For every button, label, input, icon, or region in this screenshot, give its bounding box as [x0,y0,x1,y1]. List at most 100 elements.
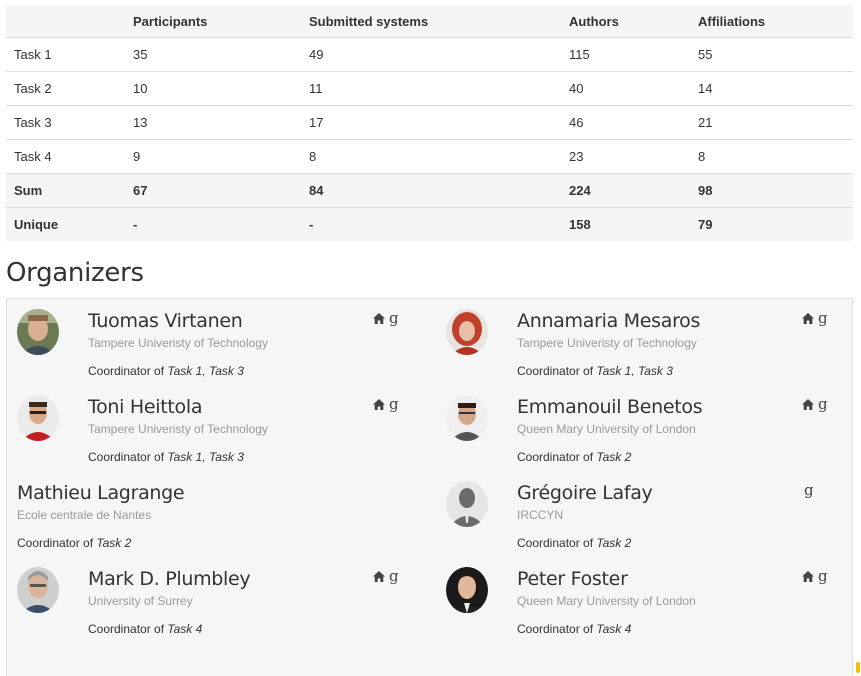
table-row-sum: Sum 67 84 224 98 [6,173,853,208]
coordinator-tasks: Task 1, Task 3 [596,364,673,378]
coordinator-prefix: Coordinator of [517,536,597,550]
column-header-participants: Participants [133,5,309,38]
table-cell: 23 [569,139,698,174]
coordinator-text: Coordinator of Task 4 [517,622,696,636]
organizer-affiliation: Tampere Univeristy of Technology [517,336,697,350]
table-row-unique: Unique - - 158 79 [6,207,853,241]
google-plus-icon[interactable]: g [804,483,814,498]
organizer-name: Tuomas Virtanen [88,310,243,332]
table-cell: 79 [698,207,853,241]
coordinator-tasks: Task 1, Task 3 [167,450,244,464]
google-plus-icon[interactable]: g [389,311,399,326]
avatar [17,567,59,613]
organizer-card: Grégoire Lafay IRCCYN Coordinator of Tas… [436,471,856,557]
organizer-card: Mathieu Lagrange Ecole centrale de Nante… [7,471,427,557]
coordinator-tasks: Task 2 [596,450,632,464]
organizer-affiliation: Tampere Univeristy of Technology [88,422,268,436]
organizer-name: Peter Foster [517,568,628,590]
coordinator-tasks: Task 4 [167,622,203,636]
home-icon[interactable] [802,398,814,410]
table-cell: 115 [569,37,698,72]
organizer-affiliation: Queen Mary University of London [517,594,696,608]
coordinator-text: Coordinator of Task 2 [517,450,702,464]
coordinator-tasks: Task 2 [596,536,632,550]
table-cell: 10 [133,71,309,106]
coordinator-prefix: Coordinator of [17,536,97,550]
organizer-card: Mark D. Plumbley University of Surrey Co… [7,557,427,643]
organizer-name: Grégoire Lafay [517,482,653,504]
table-row: Task 1 35 49 115 55 [6,37,853,72]
google-plus-icon[interactable]: g [818,311,828,326]
coordinator-prefix: Coordinator of [88,450,168,464]
organizer-affiliation: Ecole centrale de Nantes [17,508,152,522]
organizer-name: Emmanouil Benetos [517,396,703,418]
coordinator-tasks: Task 2 [96,536,132,550]
organizer-affiliation: IRCCYN [517,508,564,522]
organizer-affiliation: Tampere Univeristy of Technology [88,336,268,350]
coordinator-text: Coordinator of Task 1, Task 3 [517,364,700,378]
table-cell: 55 [698,37,853,72]
table-row: Task 2 10 11 40 14 [6,71,853,106]
coordinator-text: Coordinator of Task 1, Task 3 [88,364,268,378]
table-cell: 98 [698,173,853,208]
home-icon[interactable] [373,570,385,582]
avatar [446,309,488,355]
coordinator-prefix: Coordinator of [517,622,597,636]
organizer-name: Toni Heittola [88,396,203,418]
statistics-table: Participants Submitted systems Authors A… [6,5,853,241]
avatar [446,395,488,441]
table-cell: Sum [6,173,133,208]
table-cell: Task 2 [6,71,133,106]
column-header-authors: Authors [569,5,698,38]
table-cell: 224 [569,173,698,208]
organizer-card: Peter Foster Queen Mary University of Lo… [436,557,856,643]
table-cell: Task 3 [6,105,133,140]
google-plus-icon[interactable]: g [818,397,828,412]
coordinator-text: Coordinator of Task 4 [88,622,250,636]
home-icon[interactable] [373,312,385,324]
column-header-submitted-systems: Submitted systems [309,5,569,38]
table-cell: 8 [309,139,569,174]
avatar [446,567,488,613]
coordinator-text: Coordinator of Task 1, Task 3 [88,450,268,464]
google-plus-icon[interactable]: g [818,569,828,584]
table-cell: 158 [569,207,698,241]
table-row: Task 3 13 17 46 21 [6,105,853,140]
organizer-affiliation: Queen Mary University of London [517,422,696,436]
scroll-indicator[interactable] [856,662,860,673]
coordinator-tasks: Task 4 [596,622,632,636]
column-header [6,5,133,38]
google-plus-icon[interactable]: g [389,569,399,584]
table-cell: 40 [569,71,698,106]
table-cell: 21 [698,105,853,140]
organizer-affiliation: University of Surrey [88,594,193,608]
organizer-card: Toni Heittola Tampere Univeristy of Tech… [7,385,427,471]
table-cell: 17 [309,105,569,140]
table-cell: 14 [698,71,853,106]
avatar [17,309,59,355]
organizers-heading: Organizers [6,258,144,288]
coordinator-prefix: Coordinator of [88,364,168,378]
table-cell: Unique [6,207,133,241]
table-cell: 11 [309,71,569,106]
home-icon[interactable] [802,570,814,582]
avatar-placeholder [446,481,488,527]
organizers-panel: Tuomas Virtanen Tampere Univeristy of Te… [6,298,853,676]
coordinator-text: Coordinator of Task 2 [17,536,184,550]
table-cell: 13 [133,105,309,140]
table-cell: 84 [309,173,569,208]
table-cell: 8 [698,139,853,174]
home-icon[interactable] [802,312,814,324]
table-cell: Task 4 [6,139,133,174]
organizer-name: Mathieu Lagrange [17,482,185,504]
organizer-name: Annamaria Mesaros [517,310,701,332]
coordinator-prefix: Coordinator of [517,450,597,464]
coordinator-prefix: Coordinator of [88,622,168,636]
table-cell: 67 [133,173,309,208]
google-plus-icon[interactable]: g [389,397,399,412]
table-cell: 9 [133,139,309,174]
organizer-card: Annamaria Mesaros Tampere Univeristy of … [436,299,856,385]
home-icon[interactable] [373,398,385,410]
table-cell: - [133,207,309,241]
table-cell: Task 1 [6,37,133,72]
